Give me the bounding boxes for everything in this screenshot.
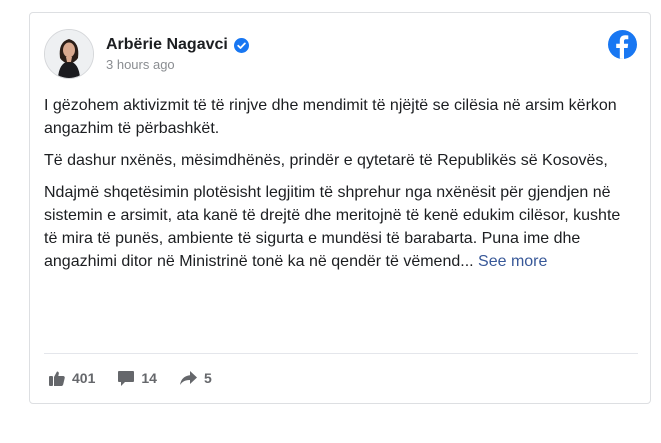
author-photo bbox=[45, 30, 93, 78]
share-count-value: 5 bbox=[203, 370, 212, 386]
see-more-link[interactable]: See more bbox=[478, 253, 547, 270]
share-arrow-icon bbox=[179, 371, 197, 385]
post-card: Arbërie Nagavci 3 hours ago I gëzohem ak… bbox=[29, 12, 651, 404]
comment-icon bbox=[118, 370, 135, 386]
post-paragraph: Të dashur nxënës, mësimdhënës, prindër e… bbox=[44, 152, 608, 169]
comment-count-value: 14 bbox=[141, 370, 157, 386]
post-paragraph: Ndajmë shqetësimin plotësisht legjitim t… bbox=[44, 181, 638, 273]
author-name[interactable]: Arbërie Nagavci bbox=[106, 35, 228, 55]
like-count-value: 401 bbox=[72, 370, 96, 386]
comment-count[interactable]: 14 bbox=[117, 370, 157, 387]
verified-badge-icon bbox=[233, 37, 249, 53]
author-row: Arbërie Nagavci bbox=[106, 35, 249, 55]
post-paragraph: I gëzohem aktivizmit të të rinjve dhe me… bbox=[44, 97, 617, 137]
post-timestamp[interactable]: 3 hours ago bbox=[106, 57, 175, 73]
engagement-bar: 401 14 5 bbox=[48, 369, 234, 387]
thumbs-up-icon bbox=[49, 371, 65, 386]
divider bbox=[44, 353, 638, 354]
like-count[interactable]: 401 bbox=[48, 369, 95, 387]
facebook-logo-icon[interactable] bbox=[608, 30, 637, 59]
avatar[interactable] bbox=[44, 29, 94, 79]
post-body: I gëzohem aktivizmit të të rinjve dhe me… bbox=[44, 94, 638, 282]
share-count[interactable]: 5 bbox=[179, 370, 212, 386]
